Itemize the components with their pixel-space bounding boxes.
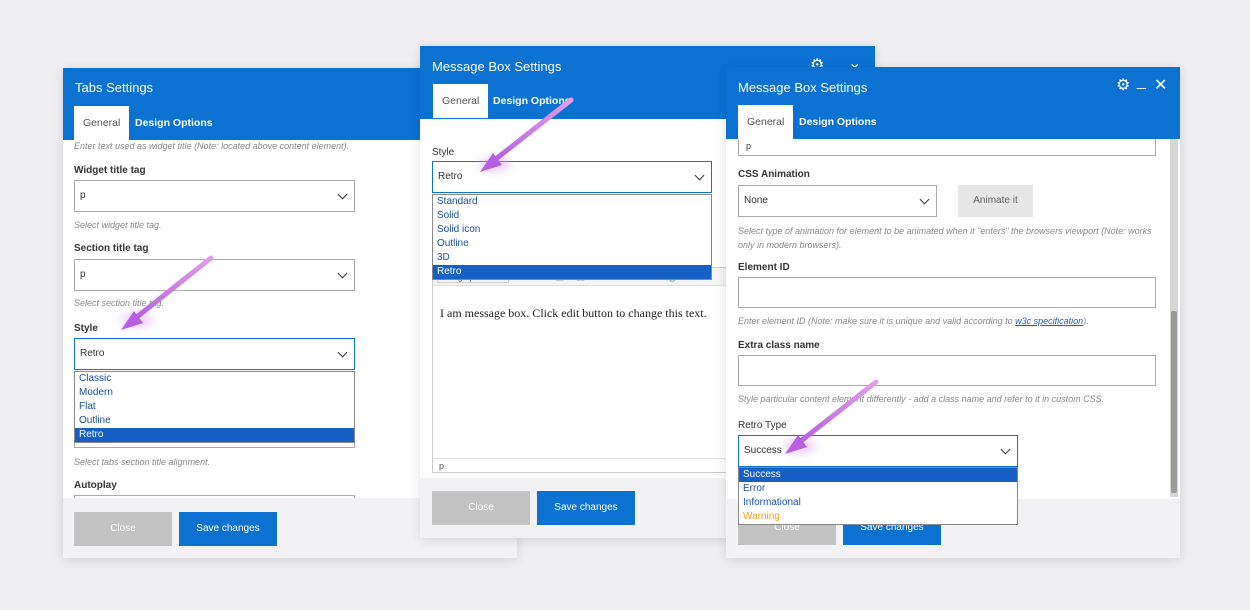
style-label: Style [74, 323, 98, 334]
section-title-tag-label: Section title tag [74, 243, 149, 254]
w3c-specification-link[interactable]: w3c specification [1015, 316, 1083, 326]
tab-design-options[interactable]: Design Options [484, 84, 580, 118]
chevron-down-icon [337, 189, 348, 200]
close-button[interactable]: Close [432, 491, 530, 525]
retro-type-option-warning[interactable]: Warning [739, 510, 1017, 524]
style-option[interactable]: Outline [433, 237, 711, 251]
dialog-title: Message Box Settings [432, 59, 562, 74]
css-animation-value: None [744, 195, 768, 206]
element-id-hint-end: ). [1083, 316, 1089, 326]
save-changes-button[interactable]: Save changes [179, 512, 277, 546]
section-title-tag-hint: Select section title tag. [74, 298, 165, 308]
style-value: Retro [438, 171, 463, 182]
minimize-icon[interactable]: _ [1137, 73, 1146, 91]
style-select[interactable]: Retro [432, 161, 712, 193]
scrollbar-thumb[interactable] [1171, 311, 1177, 493]
element-id-input[interactable] [738, 277, 1156, 308]
gear-icon[interactable]: ⚙ [1116, 75, 1130, 95]
chevron-down-icon [337, 268, 348, 279]
widget-title-tag-hint: Select widget title tag. [74, 220, 162, 230]
widget-title-tag-value: p [80, 190, 86, 201]
retro-type-value: Success [744, 445, 782, 456]
extra-class-label: Extra class name [738, 340, 820, 351]
style-option[interactable]: 3D [433, 251, 711, 265]
chevron-down-icon [694, 170, 705, 181]
style-dropdown: Standard Solid Solid icon Outline 3D Ret… [432, 194, 712, 280]
close-button[interactable]: Close [74, 512, 172, 546]
element-id-hint-text: Enter element ID (Note: make sure it is … [738, 316, 1016, 326]
element-id-hint: Enter element ID (Note: make sure it is … [738, 316, 1089, 326]
dialog-body: p CSS Animation None Animate it Select t… [726, 139, 1180, 499]
widget-title-tag-select[interactable]: p [74, 180, 355, 212]
extra-class-input[interactable] [738, 355, 1156, 386]
style-option[interactable]: Standard [433, 195, 711, 209]
editor: Paragraph B I ☰ ☷ ❝ ≡ ≡ ≡ 🔗 I am message… [432, 267, 732, 473]
save-changes-button[interactable]: Save changes [537, 491, 635, 525]
retro-type-option[interactable]: Error [739, 482, 1017, 496]
style-option[interactable]: Classic [75, 372, 354, 386]
animate-it-button[interactable]: Animate it [958, 185, 1033, 217]
style-select[interactable]: Retro [74, 338, 355, 370]
top-textarea-value: p [746, 141, 752, 151]
tab-design-options[interactable]: Design Options [790, 105, 886, 139]
style-option-selected[interactable]: Retro [433, 265, 711, 279]
style-value: Retro [80, 348, 105, 359]
close-icon[interactable]: ✕ [1154, 75, 1167, 95]
css-animation-hint: Select type of animation for element to … [738, 226, 1152, 250]
widget-title-hint: Enter text used as widget title (Note: l… [74, 141, 350, 151]
editor-path: p [433, 458, 731, 472]
css-animation-label: CSS Animation [738, 169, 810, 180]
style-option[interactable]: Solid icon [433, 223, 711, 237]
tab-general[interactable]: General [74, 106, 130, 140]
message-box-settings-dialog-right: Message Box Settings ⚙ _ ✕ General Desig… [726, 67, 1180, 558]
retro-type-option-selected[interactable]: Success [739, 468, 1017, 482]
retro-type-label: Retro Type [738, 420, 787, 431]
style-dropdown: Classic Modern Flat Outline Retro [74, 371, 355, 443]
top-textarea[interactable]: p [738, 139, 1156, 156]
alignment-hint: Select tabs section title alignment. [74, 457, 211, 467]
style-option[interactable]: Solid [433, 209, 711, 223]
section-title-tag-value: p [80, 269, 86, 280]
dialog-title: Tabs Settings [75, 80, 154, 95]
retro-type-option[interactable]: Informational [739, 496, 1017, 510]
chevron-down-icon [1000, 444, 1011, 455]
css-animation-select[interactable]: None [738, 185, 937, 217]
dialog-title: Message Box Settings [738, 80, 868, 95]
section-title-tag-select[interactable]: p [74, 259, 355, 291]
widget-title-tag-label: Widget title tag [74, 165, 146, 176]
scrollbar[interactable] [1170, 139, 1178, 497]
chevron-down-icon [919, 194, 930, 205]
retro-type-select[interactable]: Success [738, 435, 1018, 467]
element-id-label: Element ID [738, 262, 790, 273]
style-label: Style [432, 147, 455, 158]
autoplay-label: Autoplay [74, 480, 117, 491]
style-option-selected[interactable]: Retro [75, 428, 354, 442]
extra-class-hint: Style particular content element differe… [738, 394, 1105, 404]
tab-design-options[interactable]: Design Options [126, 106, 222, 140]
editor-content[interactable]: I am message box. Click edit button to c… [440, 306, 707, 321]
style-option[interactable]: Modern [75, 386, 354, 400]
tab-general[interactable]: General [433, 84, 489, 118]
style-option[interactable]: Outline [75, 414, 354, 428]
tab-general[interactable]: General [738, 105, 794, 139]
chevron-down-icon [337, 347, 348, 358]
style-option[interactable]: Flat [75, 400, 354, 414]
dialog-header: Message Box Settings ⚙ _ ✕ General Desig… [726, 67, 1180, 139]
retro-type-dropdown: Success Error Informational Warning [738, 467, 1018, 525]
